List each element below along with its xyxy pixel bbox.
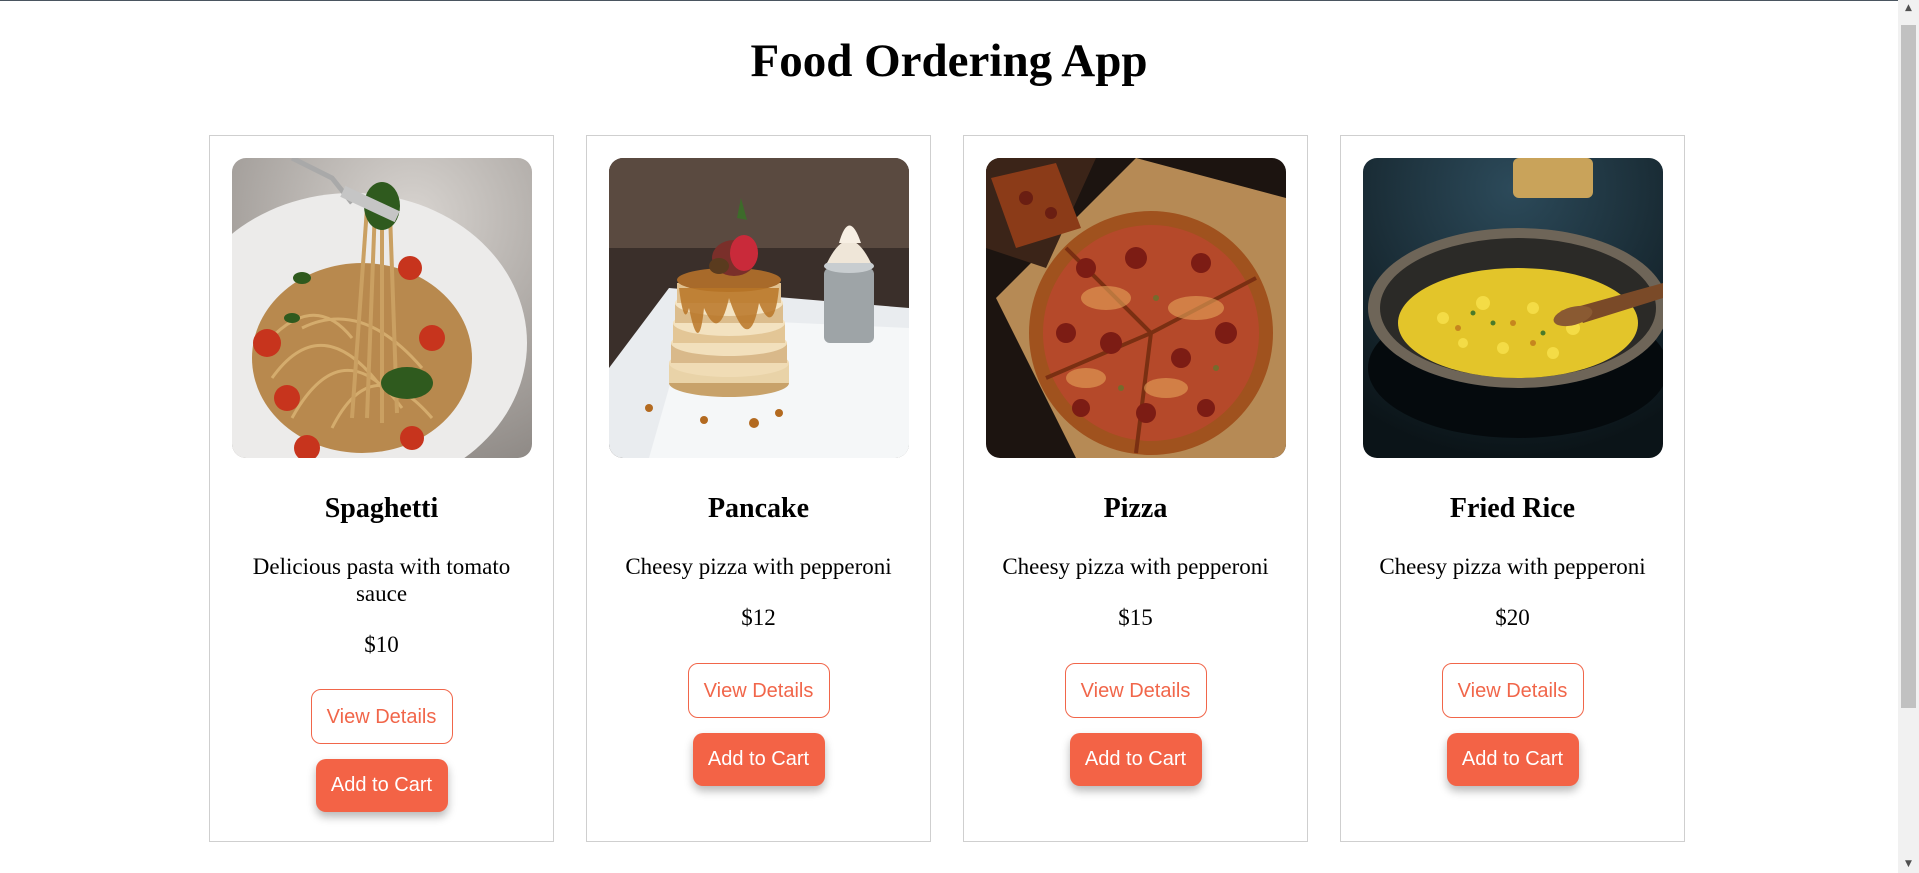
view-details-button[interactable]: View Details [687,663,830,718]
spaghetti-photo [232,158,532,458]
vertical-scrollbar[interactable]: ▲ ▼ [1898,0,1919,873]
item-name: Pancake [707,493,810,524]
page-title: Food Ordering App [750,35,1148,87]
add-to-cart-button[interactable]: Add to Cart [1069,733,1202,786]
add-to-cart-button[interactable]: Add to Cart [1446,733,1579,786]
view-details-button[interactable]: View Details [310,689,453,744]
add-to-cart-button[interactable]: Add to Cart [315,759,448,812]
menu-card-spaghetti: Spaghetti Delicious pasta with tomato sa… [209,135,554,842]
fried-rice-photo [1363,158,1663,458]
item-name: Spaghetti [324,493,439,524]
item-name: Pizza [1103,493,1168,524]
menu-card-fried-rice: Fried Rice Cheesy pizza with pepperoni $… [1340,135,1685,842]
item-price: $10 [364,632,399,657]
item-name: Fried Rice [1449,493,1576,524]
view-details-button[interactable]: View Details [1441,663,1584,718]
item-description: Cheesy pizza with pepperoni [1379,554,1646,579]
item-description: Cheesy pizza with pepperoni [1002,554,1269,579]
menu-grid: Spaghetti Delicious pasta with tomato sa… [209,135,1689,844]
item-price: $20 [1495,605,1530,630]
page: Food Ordering App Spaghetti Delicious pa… [0,0,1898,873]
item-description: Delicious pasta with tomato sauce [252,554,511,606]
scrollbar-thumb[interactable] [1901,25,1916,708]
item-price: $15 [1118,605,1153,630]
item-price: $12 [741,605,776,630]
item-description: Cheesy pizza with pepperoni [625,554,892,579]
scroll-down-arrow-icon[interactable]: ▼ [1898,856,1919,873]
menu-card-pizza: Pizza Cheesy pizza with pepperoni $15 Vi… [963,135,1308,842]
view-details-button[interactable]: View Details [1064,663,1207,718]
scroll-up-arrow-icon[interactable]: ▲ [1898,0,1919,17]
menu-card-pancake: Pancake Cheesy pizza with pepperoni $12 … [586,135,931,842]
pancake-photo [609,158,909,458]
pizza-photo [986,158,1286,458]
add-to-cart-button[interactable]: Add to Cart [692,733,825,786]
